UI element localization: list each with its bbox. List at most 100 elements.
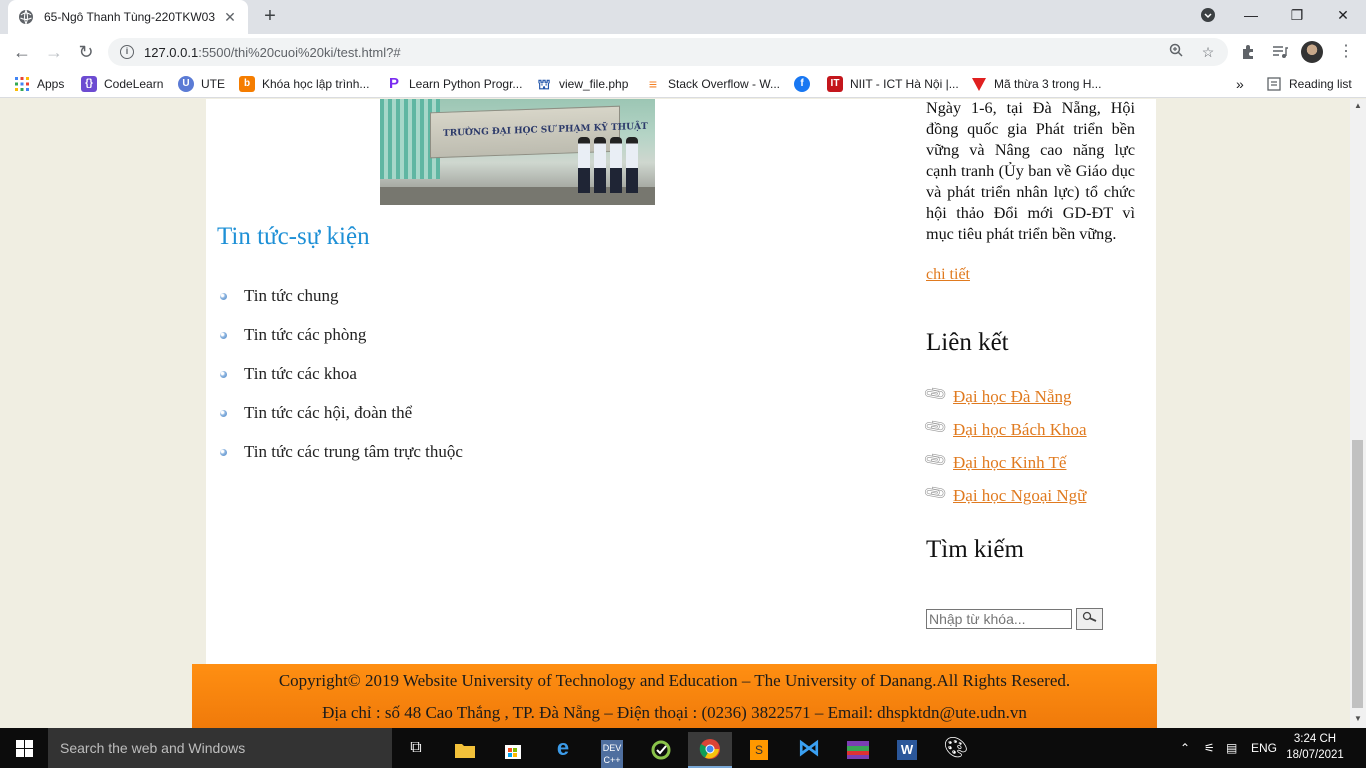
bookmark-ute[interactable]: U UTE: [178, 75, 225, 93]
bookmarks-bar: Apps {} CodeLearn U UTE b Khóa học lập t…: [0, 70, 1366, 98]
paperclip-icon: 📎︎: [922, 447, 950, 474]
url-text[interactable]: 127.0.0.1:5500/thi%20cuoi%20ki/test.html…: [144, 45, 401, 60]
bullet-icon: [220, 293, 227, 300]
bookmarks-overflow-button[interactable]: »: [1236, 75, 1244, 93]
link-item: 📎︎ Đại học Đà Nẵng: [923, 382, 1087, 418]
search-input[interactable]: [926, 609, 1072, 629]
taskbar-clock[interactable]: 3:24 CH 18/07/2021: [1283, 731, 1347, 763]
restore-button[interactable]: ❐: [1274, 0, 1320, 30]
language-indicator[interactable]: ENG: [1251, 728, 1277, 768]
sidebar: Ngày 1-6, tại Đà Nẵng, Hội đồng quốc gia…: [923, 99, 1141, 630]
menu-dots-icon[interactable]: ⋮: [1334, 40, 1358, 64]
news-item[interactable]: Tin tức chung: [220, 286, 463, 325]
bullet-icon: [220, 371, 227, 378]
address-bar[interactable]: i 127.0.0.1:5500/thi%20cuoi%20ki/test.ht…: [108, 38, 1228, 66]
bookmark-stackoverflow[interactable]: ≡ Stack Overflow - W...: [645, 75, 780, 93]
task-view-icon[interactable]: ⧉: [394, 732, 438, 768]
page-scrollbar[interactable]: ▲ ▼: [1350, 99, 1366, 728]
browser-tab[interactable]: 65-Ngô Thanh Tùng-220TKW03 ✕: [8, 0, 248, 34]
minimize-button[interactable]: —: [1228, 0, 1274, 30]
winrar-icon[interactable]: [836, 732, 880, 768]
codelearn-icon: {}: [81, 76, 97, 92]
student-figure: [610, 137, 622, 193]
news-list: Tin tức chung Tin tức các phòng Tin tức …: [220, 286, 463, 481]
bookmark-learn-python[interactable]: P Learn Python Progr...: [386, 75, 522, 93]
python-p-icon: P: [388, 75, 399, 92]
windows-taskbar: Search the web and Windows ⧉ e DEV C++ S …: [0, 728, 1366, 768]
bookmark-codelearn[interactable]: {} CodeLearn: [81, 75, 163, 93]
bookmark-facebook[interactable]: f: [794, 75, 817, 93]
site-info-icon[interactable]: i: [120, 45, 134, 59]
dev-cpp-icon[interactable]: DEV C++: [590, 732, 634, 768]
bullet-icon: [220, 332, 227, 339]
start-button[interactable]: [0, 728, 48, 768]
news-item[interactable]: Tin tức các khoa: [220, 364, 463, 403]
page-viewport: TRƯỜNG ĐẠI HỌC SƯ PHẠM KỸ THUẬT Tin tức-…: [0, 99, 1350, 728]
read-more-link[interactable]: chi tiết: [926, 266, 970, 284]
clock-date: 18/07/2021: [1286, 749, 1344, 761]
forward-icon[interactable]: →: [42, 40, 66, 64]
main-content: TRƯỜNG ĐẠI HỌC SƯ PHẠM KỸ THUẬT Tin tức-…: [206, 99, 1156, 664]
word-icon[interactable]: W: [885, 732, 929, 768]
bookmark-apps[interactable]: Apps: [14, 75, 64, 93]
back-icon[interactable]: ←: [10, 40, 34, 64]
edge-icon[interactable]: e: [541, 732, 585, 768]
close-tab-icon[interactable]: ✕: [222, 9, 238, 26]
reading-list-button[interactable]: Reading list: [1266, 75, 1352, 93]
new-tab-button[interactable]: +: [258, 5, 282, 29]
stackoverflow-icon: ≡: [648, 76, 658, 92]
scroll-down-arrow-icon[interactable]: ▼: [1354, 714, 1362, 723]
scrollbar-thumb[interactable]: [1352, 440, 1363, 708]
close-window-button[interactable]: ✕: [1320, 0, 1366, 30]
app-pinned-icon[interactable]: [639, 732, 683, 768]
tab-search-icon[interactable]: [1185, 0, 1231, 30]
reload-icon[interactable]: ↻: [74, 40, 98, 64]
wifi-icon[interactable]: ⚟: [1204, 728, 1215, 768]
file-explorer-icon[interactable]: [443, 732, 487, 768]
scroll-up-arrow-icon[interactable]: ▲: [1354, 101, 1362, 110]
zoom-icon[interactable]: [1166, 42, 1186, 62]
action-center-icon[interactable]: ▤: [1226, 728, 1237, 768]
vscode-icon[interactable]: ⋈: [787, 732, 831, 768]
news-item[interactable]: Tin tức các hội, đoàn thể: [220, 403, 463, 442]
bookmark-ma-thua[interactable]: Mã thừa 3 trong H...: [971, 75, 1101, 93]
media-control-icon[interactable]: [1268, 40, 1292, 64]
blogger-b-icon: b: [239, 76, 255, 92]
chrome-icon[interactable]: [688, 732, 732, 768]
link-da-nang[interactable]: Đại học Đà Nẵng: [953, 387, 1072, 407]
news-item[interactable]: Tin tức các trung tâm trực thuộc: [220, 442, 463, 481]
bookmark-star-icon[interactable]: ☆: [1198, 42, 1218, 62]
browser-toolbar: ← → ↻ i 127.0.0.1:5500/thi%20cuoi%20ki/t…: [0, 34, 1366, 70]
view-file-icon: ⛫: [537, 76, 551, 92]
paint-icon[interactable]: 🎨︎: [934, 732, 978, 768]
tab-strip: 65-Ngô Thanh Tùng-220TKW03 ✕ + — ❐ ✕: [0, 0, 1366, 34]
campus-sign: TRƯỜNG ĐẠI HỌC SƯ PHẠM KỸ THUẬT: [430, 105, 648, 159]
tab-title: 65-Ngô Thanh Tùng-220TKW03: [44, 10, 215, 24]
taskbar-search-box[interactable]: Search the web and Windows: [48, 728, 392, 768]
profile-avatar[interactable]: [1301, 41, 1323, 63]
sublime-text-icon[interactable]: S: [737, 732, 781, 768]
news-item[interactable]: Tin tức các phòng: [220, 325, 463, 364]
tray-chevron-icon[interactable]: ⌃: [1180, 728, 1190, 768]
bookmark-niit[interactable]: IT NIIT - ICT Hà Nội |...: [827, 75, 959, 93]
extensions-icon[interactable]: [1236, 40, 1260, 64]
paperclip-icon: 📎︎: [922, 381, 950, 408]
link-item: 📎︎ Đại học Bách Khoa: [923, 415, 1087, 451]
bookmark-view-file[interactable]: ⛫ view_file.php: [536, 75, 629, 93]
link-kinh-te[interactable]: Đại học Kinh Tế: [953, 453, 1066, 473]
campus-photo: TRƯỜNG ĐẠI HỌC SƯ PHẠM KỸ THUẬT: [380, 99, 655, 205]
bullet-icon: [220, 410, 227, 417]
search-button[interactable]: [1076, 608, 1103, 630]
link-item: 📎︎ Đại học Kinh Tế: [923, 448, 1087, 484]
links-title: Liên kết: [926, 329, 1009, 356]
event-excerpt: Ngày 1-6, tại Đà Nẵng, Hội đồng quốc gia…: [926, 100, 1141, 290]
link-ngoai-ngu[interactable]: Đại học Ngoại Ngữ: [953, 486, 1086, 506]
search-title: Tìm kiếm: [926, 536, 1024, 563]
paperclip-icon: 📎︎: [922, 480, 950, 507]
links-list: 📎︎ Đại học Đà Nẵng 📎︎ Đại học Bách Khoa 📎︎…: [923, 382, 1087, 517]
link-bach-khoa[interactable]: Đại học Bách Khoa: [953, 420, 1087, 440]
bookmark-khoa-hoc[interactable]: b Khóa học lập trình...: [239, 75, 369, 93]
reading-list-icon: [1267, 77, 1281, 91]
store-icon[interactable]: [491, 732, 535, 768]
ute-icon: U: [178, 76, 194, 92]
